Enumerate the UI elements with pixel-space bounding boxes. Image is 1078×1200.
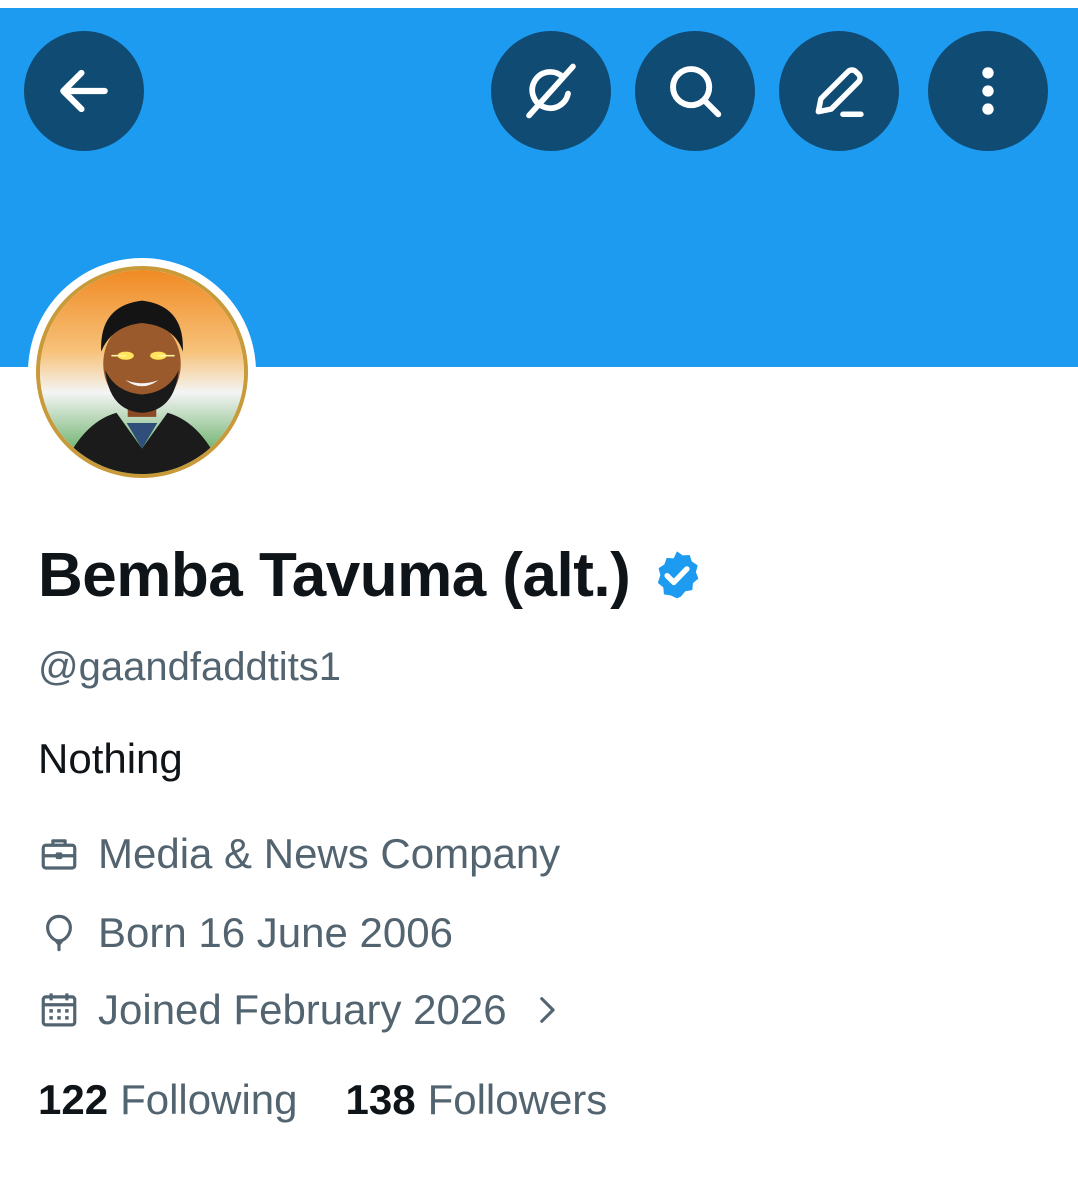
joined-text: Joined February 2026	[98, 986, 507, 1033]
avatar-image	[40, 270, 244, 474]
more-vertical-icon	[982, 67, 994, 115]
display-name-row: Bemba Tavuma (alt.)	[38, 535, 704, 615]
category-row: Media & News Company	[38, 826, 560, 882]
birth-date-row: Born 16 June 2006	[38, 905, 453, 961]
balloon-icon	[46, 914, 72, 952]
back-button[interactable]	[24, 31, 144, 151]
joined-row[interactable]: Joined February 2026	[38, 982, 563, 1038]
follow-counts: 122 Following 138 Followers	[38, 1076, 607, 1132]
following-count: 122	[38, 1076, 109, 1123]
birth-date-text: Born 16 June 2006	[98, 909, 453, 956]
status-strip	[0, 0, 1078, 8]
profile-handle: @gaandfaddtits1	[38, 645, 342, 689]
edit-button[interactable]	[779, 31, 899, 151]
category-text: Media & News Company	[98, 830, 561, 877]
more-options-button[interactable]	[928, 31, 1048, 151]
calendar-icon	[41, 993, 77, 1027]
search-button[interactable]	[635, 31, 755, 151]
search-icon	[670, 66, 722, 118]
avatar[interactable]	[28, 258, 256, 486]
arrow-left-icon	[60, 69, 108, 113]
display-name: Bemba Tavuma (alt.)	[38, 540, 631, 610]
profile-page: Bemba Tavuma (alt.) @gaandfaddtits1 Noth…	[0, 0, 1078, 1200]
chevron-right-icon	[539, 997, 555, 1023]
verified-badge-icon[interactable]	[650, 548, 704, 602]
followers-label: Followers	[427, 1076, 608, 1123]
following-link[interactable]: 122 Following	[38, 1076, 298, 1124]
followers-count: 138	[345, 1076, 416, 1123]
profile-bio: Nothing	[38, 735, 183, 782]
grok-icon	[526, 63, 576, 119]
briefcase-icon	[41, 839, 77, 870]
grok-button[interactable]	[491, 31, 611, 151]
following-label: Following	[120, 1076, 298, 1123]
edit-icon	[815, 67, 864, 117]
followers-link[interactable]: 138 Followers	[346, 1076, 608, 1124]
